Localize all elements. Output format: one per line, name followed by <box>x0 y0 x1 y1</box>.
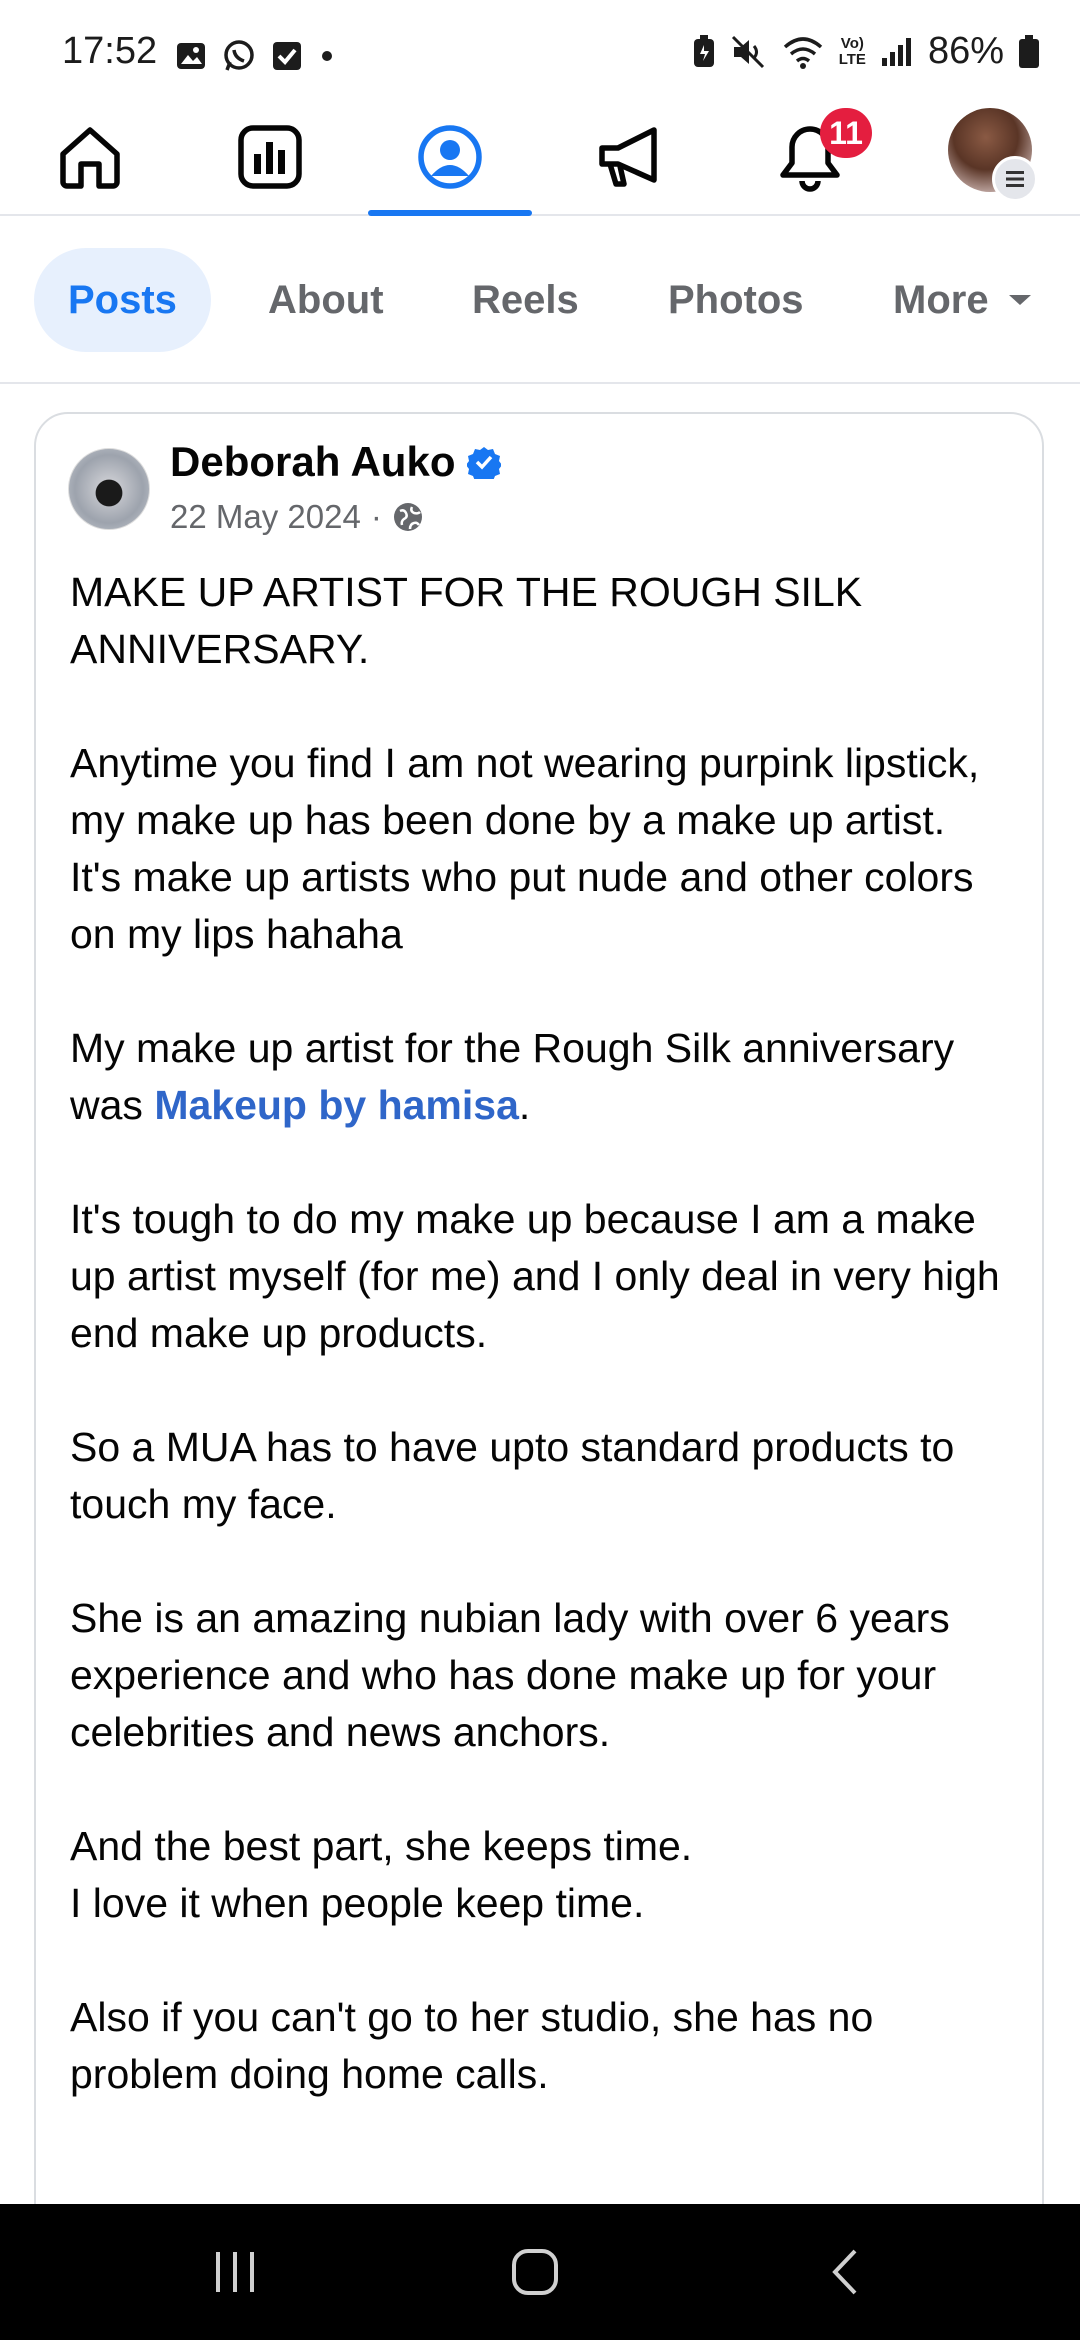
menu-icon <box>992 156 1038 202</box>
profile-icon <box>418 125 482 189</box>
post-paragraph: Anytime you find I am not wearing purpin… <box>70 735 1020 849</box>
nav-profile[interactable] <box>370 100 530 214</box>
back-button[interactable] <box>770 2204 920 2340</box>
author-avatar[interactable] <box>68 448 150 530</box>
tab-more-label: More <box>893 277 989 322</box>
gallery-icon <box>177 43 205 69</box>
mute-icon <box>731 35 764 68</box>
status-bar: 17:52 Vo) LTE 86% <box>0 0 1080 100</box>
globe-icon <box>393 503 422 531</box>
post-paragraph: Also if you can't go to her studio, she … <box>70 1994 874 2097</box>
profile-tabs: Posts About Reels Photos More <box>0 248 1080 352</box>
post-paragraph: It's make up artists who put nude and ot… <box>70 854 974 957</box>
nav-menu-avatar[interactable] <box>948 108 1038 202</box>
nav-home[interactable] <box>10 100 170 214</box>
status-left-icons <box>175 38 337 74</box>
status-time: 17:52 <box>62 30 158 72</box>
post-paragraph: She is an amazing nubian lady with over … <box>70 1595 950 1755</box>
lte-indicator: Vo) LTE <box>838 34 866 68</box>
nav-ads[interactable] <box>550 100 710 214</box>
post-paragraph: And the best part, she keeps time. <box>70 1823 693 1869</box>
lte-label-bottom: LTE <box>838 50 866 68</box>
top-navigation: 11 <box>0 100 1080 216</box>
nav-dashboard[interactable] <box>190 100 350 214</box>
signal-icon <box>881 37 911 66</box>
post-paragraph: My make up artist for the Rough Silk ann… <box>70 1020 1020 1134</box>
post-author: Deborah Auko <box>170 438 502 486</box>
system-navigation-bar <box>0 2204 1080 2340</box>
active-tab-indicator <box>368 210 532 216</box>
tab-photos[interactable]: Photos <box>668 248 804 352</box>
post-paragraph: It's tough to do my make up because I am… <box>70 1196 1000 1356</box>
tab-reels[interactable]: Reels <box>472 248 579 352</box>
tab-posts[interactable]: Posts <box>34 248 211 352</box>
battery-saver-icon <box>693 34 714 67</box>
post-paragraph: I love it when people keep time. <box>70 1880 645 1926</box>
tabs-divider <box>0 382 1080 384</box>
wifi-icon <box>783 36 822 69</box>
recents-icon <box>216 2252 254 2292</box>
home-circle-icon <box>512 2249 558 2295</box>
meta-separator: · <box>370 498 382 535</box>
status-right-icons: Vo) LTE 86% <box>691 30 1040 73</box>
post-text: . <box>518 1082 531 1128</box>
lte-label-top: Vo) <box>840 34 864 52</box>
home-icon <box>60 127 120 189</box>
nav-notifications[interactable]: 11 <box>730 100 890 214</box>
author-name[interactable]: Deborah Auko <box>170 438 455 486</box>
dashboard-icon <box>238 125 302 189</box>
notification-badge: 11 <box>820 108 872 158</box>
post-body: MAKE UP ARTIST FOR THE ROUGH SILK ANNIVE… <box>70 564 1020 2160</box>
home-button[interactable] <box>460 2204 610 2340</box>
back-icon <box>832 2249 857 2295</box>
post-meta: 22 May 2024 · <box>170 498 424 536</box>
battery-icon <box>1019 34 1039 68</box>
post-date[interactable]: 22 May 2024 <box>170 498 361 536</box>
recents-button[interactable] <box>160 2204 310 2340</box>
dot-icon <box>322 51 332 61</box>
post-paragraph: MAKE UP ARTIST FOR THE ROUGH SILK ANNIVE… <box>70 569 863 672</box>
megaphone-icon <box>599 127 657 187</box>
tab-about[interactable]: About <box>268 248 384 352</box>
post-paragraph: So a MUA has to have upto standard produ… <box>70 1424 955 1527</box>
tab-more[interactable]: More <box>893 248 1035 352</box>
caret-down-icon <box>1008 295 1031 305</box>
checkbox-icon <box>273 42 301 70</box>
verified-badge-icon <box>467 447 502 479</box>
post-text: Anytime you find I am not wearing purpin… <box>70 740 980 843</box>
whatsapp-icon <box>224 40 254 71</box>
battery-percent: 86% <box>927 30 1004 72</box>
mention-link[interactable]: Makeup by hamisa <box>154 1082 519 1128</box>
post-card: Deborah Auko 22 May 2024 · MAKE UP ARTIS… <box>34 412 1044 2312</box>
